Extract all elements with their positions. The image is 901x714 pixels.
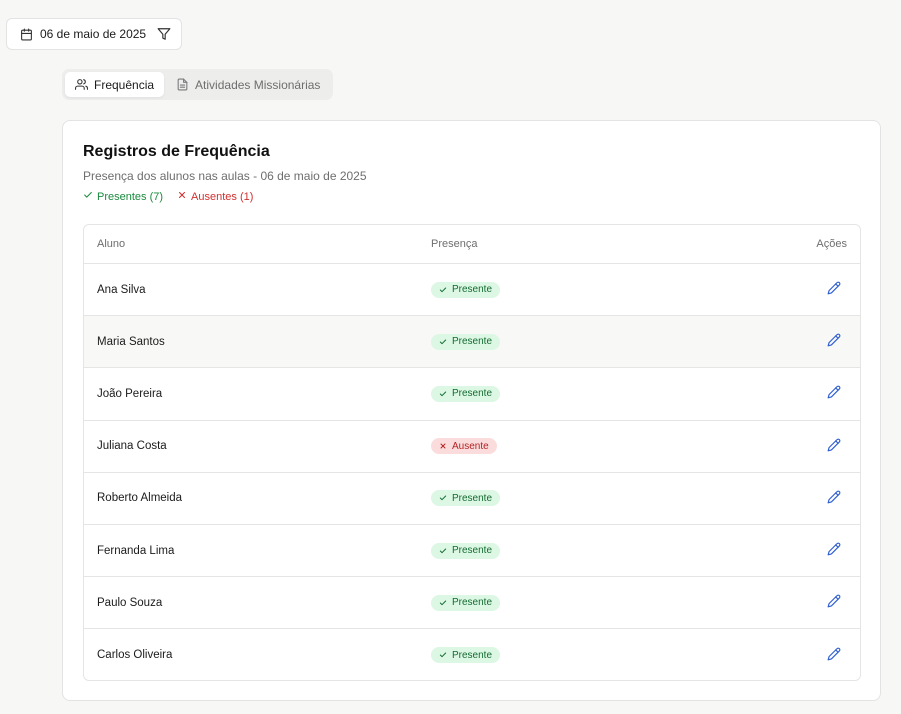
student-name: Paulo Souza [97, 596, 163, 609]
pencil-icon[interactable] [827, 281, 843, 297]
table-row: Maria Santos Presente [84, 316, 860, 369]
calendar-icon [20, 28, 33, 41]
attendance-cell: Presente [418, 385, 752, 402]
status-badge: Presente [431, 647, 501, 664]
attendance-cell: Presente [418, 333, 752, 350]
status-label: Presente [452, 492, 493, 504]
attendance-cell: Presente [418, 647, 752, 664]
attendance-cell: Presente [418, 542, 752, 559]
status-badge: Presente [431, 281, 501, 298]
status-label: Presente [452, 284, 493, 296]
tab-label: Atividades Missionárias [195, 77, 321, 92]
check-icon [439, 286, 447, 294]
status-label: Presente [452, 545, 493, 557]
actions-cell [752, 542, 860, 559]
table-row: Ana Silva Presente [84, 264, 860, 317]
card-subtitle: Presença dos alunos nas aulas - 06 de ma… [83, 169, 367, 183]
present-summary: Presentes (7) [83, 190, 163, 203]
tab-atividades-missionarias[interactable]: Atividades Missionárias [166, 72, 330, 97]
table-row: Juliana Costa Ausente [84, 421, 860, 473]
table-header: Aluno Presença Ações [84, 225, 860, 264]
student-name: João Pereira [97, 387, 163, 400]
pencil-icon[interactable] [827, 542, 843, 558]
status-badge: Presente [431, 385, 501, 402]
absent-count: Ausentes (1) [191, 190, 254, 203]
actions-cell [752, 490, 860, 507]
status-badge: Presente [431, 490, 501, 507]
status-badge: Ausente [431, 438, 497, 455]
check-icon [83, 190, 93, 203]
x-icon [439, 442, 447, 450]
check-icon [439, 651, 447, 659]
student-name: Ana Silva [97, 283, 146, 296]
card-title: Registros de Frequência [83, 143, 270, 160]
tab-label: Frequência [94, 77, 155, 92]
student-name: Maria Santos [97, 335, 165, 348]
attendance-cell: Presente [418, 594, 752, 611]
attendance-table: Aluno Presença Ações Ana Silva Presente Ma… [83, 224, 861, 681]
attendance-cell: Presente [418, 490, 752, 507]
header-presenca: Presença [431, 238, 478, 250]
pencil-icon[interactable] [827, 333, 843, 349]
attendance-cell: Presente [418, 281, 752, 298]
table-row: Roberto Almeida Presente [84, 473, 860, 525]
check-icon [439, 494, 447, 502]
check-icon [439, 390, 447, 398]
status-badge: Presente [431, 333, 501, 350]
document-icon [176, 78, 189, 91]
student-name: Juliana Costa [97, 440, 167, 453]
attendance-card: Registros de Frequência Presença dos alu… [62, 120, 881, 701]
check-icon [439, 338, 447, 346]
status-label: Presente [452, 388, 493, 400]
check-icon [439, 547, 447, 555]
student-name: Fernanda Lima [97, 544, 175, 557]
student-name: Carlos Oliveira [97, 649, 173, 662]
tab-frequencia[interactable]: Frequência [65, 72, 165, 97]
check-icon [439, 599, 447, 607]
table-body: Ana Silva Presente Maria Santos Presente Joã… [84, 264, 860, 680]
attendance-summary: Presentes (7) Ausentes (1) [83, 190, 253, 203]
pencil-icon[interactable] [827, 385, 843, 401]
table-row: Fernanda Lima Presente [84, 525, 860, 578]
filter-icon[interactable] [157, 27, 171, 41]
status-badge: Presente [431, 542, 501, 559]
attendance-cell: Ausente [418, 438, 752, 455]
pencil-icon[interactable] [827, 438, 843, 454]
header-aluno: Aluno [97, 238, 126, 250]
pencil-icon[interactable] [827, 490, 843, 506]
actions-cell [752, 438, 860, 455]
absent-summary: Ausentes (1) [177, 190, 253, 203]
actions-cell [752, 594, 860, 611]
status-label: Presente [452, 336, 493, 348]
status-badge: Presente [431, 594, 501, 611]
student-name: Roberto Almeida [97, 492, 183, 505]
date-picker-button[interactable]: 06 de maio de 2025 [6, 18, 182, 50]
present-count: Presentes (7) [97, 190, 164, 203]
status-label: Ausente [452, 440, 489, 452]
table-row: Carlos Oliveira Presente [84, 629, 860, 680]
table-row: João Pereira Presente [84, 368, 860, 421]
header-acoes: Ações [816, 238, 847, 250]
actions-cell [752, 333, 860, 350]
actions-cell [752, 647, 860, 664]
status-label: Presente [452, 597, 493, 609]
selected-date: 06 de maio de 2025 [40, 27, 147, 41]
pencil-icon[interactable] [827, 594, 843, 610]
actions-cell [752, 281, 860, 298]
actions-cell [752, 385, 860, 402]
table-row: Paulo Souza Presente [84, 577, 860, 630]
x-icon [177, 190, 187, 203]
status-label: Presente [452, 649, 493, 661]
users-icon [75, 78, 88, 91]
tab-bar: Frequência Atividades Missionárias [62, 69, 334, 100]
pencil-icon[interactable] [827, 647, 843, 663]
